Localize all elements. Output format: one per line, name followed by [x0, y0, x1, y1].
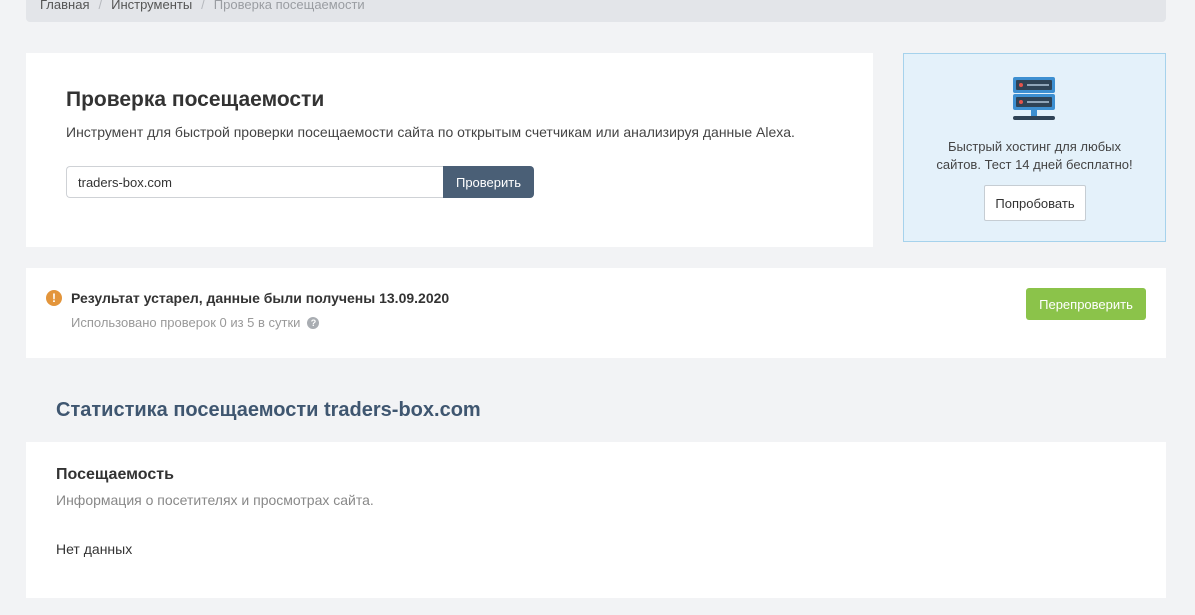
hosting-promo-card: Быстрый хостинг для любых сайтов. Тест 1…: [903, 53, 1166, 242]
no-data-text: Нет данных: [56, 541, 133, 557]
visits-description: Информация о посетителях и просмотрах са…: [56, 492, 374, 508]
breadcrumb-tools-link[interactable]: Инструменты: [111, 0, 192, 12]
breadcrumb-home-link[interactable]: Главная: [40, 0, 89, 12]
tool-description: Инструмент для быстрой проверки посещаем…: [66, 124, 795, 140]
recheck-button[interactable]: Перепроверить: [1026, 288, 1146, 320]
stats-heading: Статистика посещаемости traders-box.com: [56, 399, 481, 421]
promo-text-line: Быстрый хостинг для любых: [947, 139, 1122, 154]
tool-card: Проверка посещаемости Инструмент для быс…: [26, 53, 873, 247]
result-card: ! Результат устарел, данные были получен…: [26, 268, 1166, 358]
promo-text-line: сайтов. Тест 14 дней бесплатно!: [936, 157, 1133, 172]
server-icon: [1013, 77, 1055, 120]
help-icon[interactable]: ?: [307, 316, 320, 329]
warning-icon: !: [46, 290, 62, 306]
breadcrumb-separator: /: [98, 0, 103, 12]
promo-text: Быстрый хостинг для любых сайтов. Тест 1…: [904, 138, 1165, 174]
breadcrumb-current: Проверка посещаемости: [213, 0, 365, 12]
try-button[interactable]: Попробовать: [984, 185, 1086, 221]
breadcrumb: Главная / Инструменты / Проверка посещае…: [26, 0, 1166, 22]
usage-text: Использовано проверок 0 из 5 в сутки: [71, 315, 301, 330]
site-url-input[interactable]: [66, 166, 444, 198]
visits-title: Посещаемость: [56, 466, 174, 483]
usage-info: Использовано проверок 0 из 5 в сутки ?: [71, 315, 320, 330]
page-title: Проверка посещаемости: [66, 88, 325, 111]
breadcrumb-separator: /: [201, 0, 205, 12]
result-status: Результат устарел, данные были получены …: [71, 290, 450, 306]
check-button[interactable]: Проверить: [443, 166, 534, 198]
visits-card: Посещаемость Информация о посетителях и …: [26, 442, 1166, 598]
